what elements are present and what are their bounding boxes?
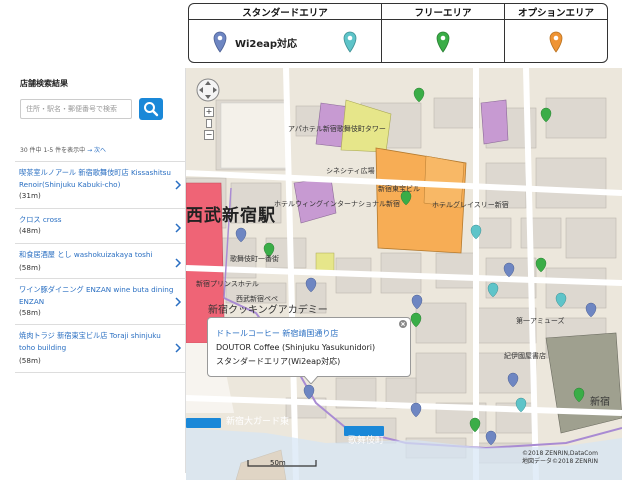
hotel-wing-label: ホテルウィングインターナショナル新宿 [274, 200, 400, 208]
result-distance: (48m) [19, 226, 41, 235]
store-info-popup: ドトールコーヒー 新宿靖国通り店 DOUTOR Coffee (Shinjuku… [207, 317, 411, 384]
kinokuniya-label: 紀伊國屋書店 [504, 352, 546, 360]
legend-option-cell [505, 20, 608, 63]
scale-label: 50m [270, 459, 286, 467]
legend-standard-header: スタンダードエリア [189, 4, 382, 20]
search-results-panel: 店舗検索結果 30 件中 1-5 件を表示中 → 次へ 喫茶室ルノアール 新宿歌… [15, 68, 186, 473]
popup-area-type: スタンダードエリア(Wi2eap対応) [216, 357, 341, 366]
free-pin-icon [436, 31, 450, 53]
daiichi-amusement-label: 第一アミューズ [516, 317, 565, 325]
close-icon[interactable] [399, 320, 407, 328]
result-distance: (31m) [19, 191, 41, 200]
prince-hotel-label: 新宿プリンスホテル [196, 280, 259, 288]
legend-free-header: フリーエリア [381, 4, 505, 20]
chevron-right-icon[interactable] [173, 257, 183, 269]
map-copyright: ©2018 ZENRIN,DataCom 地図データ©2018 ZENRIN [522, 450, 598, 466]
result-item[interactable]: 喫茶室ルノアール 新宿歌舞伎町店 Kissashitsu Renoir(Shin… [15, 167, 185, 205]
result-name[interactable]: 喫茶室ルノアール 新宿歌舞伎町店 Kissashitsu Renoir(Shin… [19, 167, 175, 191]
result-distance: (58m) [19, 308, 41, 317]
divider [15, 372, 185, 373]
result-name[interactable]: 焼肉トラジ 新宿東宝ビル店 Toraji shinjuku toho build… [19, 330, 175, 354]
shinjuku-east-label: 新宿 [590, 397, 610, 408]
kabukicho-street-label: 歌舞伎町 [348, 436, 385, 446]
divider [15, 324, 185, 325]
chevron-right-icon[interactable] [173, 222, 183, 234]
result-count-text: 30 件中 1-5 件を表示中 [20, 147, 86, 154]
cinecitta-label: シネシティ広場 [326, 167, 375, 175]
legend-wi2eap-label: Wi2eap対応 [234, 38, 298, 50]
result-distance: (58m) [19, 356, 41, 365]
result-name[interactable]: ワイン豚ダイニング ENZAN wine buta dining ENZAN [19, 284, 175, 308]
zoom-out-button[interactable]: − [204, 130, 214, 140]
next-page-link[interactable]: → 次へ [87, 147, 106, 154]
chevron-right-icon[interactable] [173, 179, 183, 191]
wi2eap-pin-icon [213, 31, 227, 53]
search-input[interactable] [20, 99, 132, 119]
divider [15, 278, 185, 279]
scale-bar [247, 460, 317, 467]
result-item[interactable]: ワイン豚ダイニング ENZAN wine buta dining ENZAN (… [15, 284, 185, 320]
divider [15, 208, 185, 209]
map-canvas[interactable]: 西武新宿駅 アパホテル新宿歌舞伎町タワー シネシティ広場 新宿東宝ビル ホテルグ… [186, 68, 622, 480]
gracery-label: ホテルグレイスリー新宿 [432, 201, 509, 209]
result-item[interactable]: 和食居酒屋 とし washokuizakaya toshi (58m) [15, 249, 185, 275]
shinjuku-ogado-label: 新宿大ガード東 [226, 417, 290, 427]
popup-pointer [304, 376, 318, 384]
copyright-line-1: ©2018 ZENRIN,DataCom [522, 450, 598, 457]
seibu-shinjuku-pepe-label: 西武新宿ペペ [236, 295, 278, 303]
result-name[interactable]: 和食居酒屋 とし washokuizakaya toshi [19, 249, 175, 261]
cooking-academy-label: 新宿クッキングアカデミー [208, 305, 328, 316]
apa-hotel-label: アパホテル新宿歌舞伎町タワー [288, 125, 386, 133]
search-icon [144, 102, 159, 117]
result-item[interactable]: クロス cross (48m) [15, 214, 185, 240]
area-legend: スタンダードエリア フリーエリア オプションエリア Wi2eap対応 [188, 3, 608, 63]
result-count: 30 件中 1-5 件を表示中 → 次へ [20, 145, 106, 154]
result-name[interactable]: クロス cross [19, 214, 175, 226]
copyright-line-2: 地図データ©2018 ZENRIN [522, 458, 598, 465]
station-label: 西武新宿駅 [186, 206, 276, 226]
chevron-right-icon[interactable] [173, 296, 183, 308]
chevron-right-icon[interactable] [173, 342, 183, 354]
popup-store-name-link[interactable]: ドトールコーヒー 新宿靖国通り店 [216, 328, 338, 339]
result-item[interactable]: 焼肉トラジ 新宿東宝ビル店 Toraji shinjuku toho build… [15, 330, 185, 368]
option-pin-icon [549, 31, 563, 53]
divider [15, 243, 185, 244]
kabukicho-ichiban-label: 歌舞伎町一番街 [230, 255, 279, 263]
legend-standard-cell: Wi2eap対応 [189, 19, 382, 62]
legend-option-header: オプションエリア [504, 4, 607, 20]
pan-control-icon[interactable] [196, 78, 220, 102]
toho-building-label: 新宿東宝ビル [378, 185, 420, 193]
legend-free-cell [381, 19, 505, 62]
popup-store-name-en: DOUTOR Coffee (Shinjuku Yasukunidori) [216, 343, 376, 352]
standard-pin-icon [343, 31, 357, 53]
zoom-slider-handle[interactable] [206, 119, 212, 128]
result-distance: (58m) [19, 263, 41, 272]
zoom-in-button[interactable]: + [204, 107, 214, 117]
divider [15, 161, 185, 162]
search-button[interactable] [139, 98, 163, 120]
panel-title: 店舗検索結果 [20, 79, 68, 88]
